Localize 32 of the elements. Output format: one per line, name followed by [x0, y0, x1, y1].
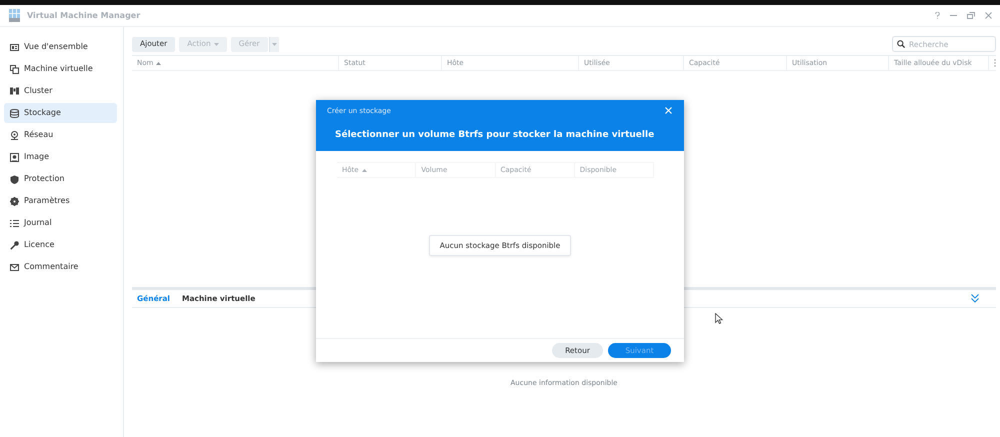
- cursor-icon: [715, 313, 723, 324]
- sidebar-item[interactable]: Journal: [4, 213, 117, 233]
- sidebar-item[interactable]: Licence: [4, 235, 117, 255]
- window-title: Virtual Machine Manager: [27, 10, 140, 22]
- help-icon[interactable]: [935, 12, 940, 19]
- sidebar-item[interactable]: Protection: [4, 169, 117, 189]
- sidebar-item[interactable]: Vue d'ensemble: [4, 37, 117, 57]
- copy-icon: [10, 64, 19, 74]
- restore-icon[interactable]: [967, 12, 975, 19]
- close-button[interactable]: [665, 107, 672, 114]
- sidebar-item[interactable]: Image: [4, 147, 117, 167]
- key-icon: [10, 240, 19, 250]
- dialog-heading: Sélectionner un volume Btrfs pour stocker la machine virtuelle: [335, 128, 654, 142]
- network-icon: [10, 130, 19, 140]
- sidebar-item[interactable]: Réseau: [4, 125, 117, 145]
- sidebar-item[interactable]: Stockage: [4, 103, 117, 123]
- sidebar-item[interactable]: Commentaire: [4, 257, 117, 277]
- sidebar-item[interactable]: Machine virtuelle: [4, 59, 117, 79]
- sidebar-item[interactable]: Cluster: [4, 81, 117, 101]
- list-icon: [10, 218, 19, 228]
- close-icon: [665, 107, 672, 114]
- sidebar-item[interactable]: Paramètres: [4, 191, 117, 211]
- mail-icon: [10, 262, 19, 272]
- collapse-icon[interactable]: [971, 294, 979, 303]
- shield-icon: [10, 174, 19, 184]
- close-icon[interactable]: [985, 12, 992, 19]
- database-icon: [10, 108, 19, 118]
- settings-icon: [10, 196, 19, 206]
- dashboard-icon: [10, 42, 19, 52]
- server-icon: [10, 86, 19, 96]
- app-logo-icon: [8, 9, 21, 22]
- image-icon: [10, 152, 19, 162]
